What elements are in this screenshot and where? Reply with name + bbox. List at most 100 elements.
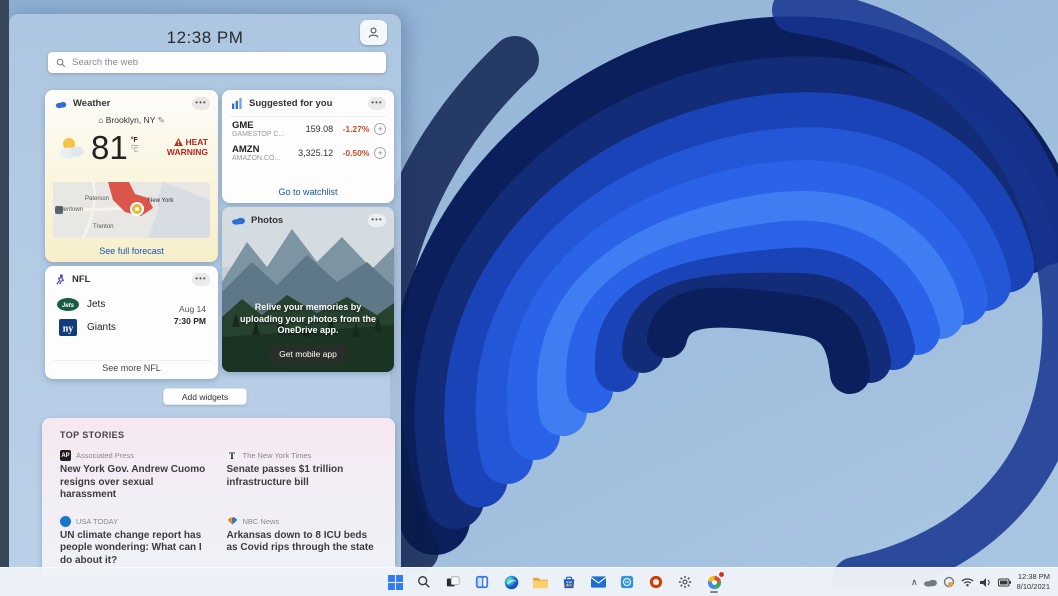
hidden-icons-chevron[interactable]: ∧ [911,577,918,588]
add-widgets-button[interactable]: Add widgets [163,388,247,405]
alert-line1: HEAT [185,137,208,147]
get-mobile-app-button[interactable]: Get mobile app [269,345,347,363]
onedrive-cloud-icon [232,216,245,225]
settings-button[interactable] [674,571,696,593]
microsoft-store-button[interactable] [558,571,580,593]
see-full-forecast-link[interactable]: See full forecast [45,246,218,256]
news-headline: Arkansas down to 8 ICU beds as Covid rip… [227,530,378,555]
task-view-icon [446,575,460,589]
jets-logo: Jets [57,298,79,311]
nfl-menu-button[interactable]: ••• [192,273,210,286]
home-icon: ⌂ [98,115,106,125]
top-stories-header: TOP STORIES [42,418,395,450]
weather-location: Brooklyn, NY [106,115,155,125]
nfl-title: NFL [72,274,186,285]
weather-menu-button[interactable]: ••• [192,97,210,110]
office-icon [649,575,663,589]
stock-symbol: AMZN [232,144,291,155]
news-source: Associated Press [76,451,134,460]
stock-change: -1.27% [333,124,369,134]
photos-menu-button[interactable]: ••• [368,214,386,227]
svg-text:ny: ny [63,324,74,335]
weather-widget[interactable]: Weather ••• ⌂ Brooklyn, NY ✎ 81 °F °C HE… [45,90,218,262]
windows-bloom-wallpaper-art [390,0,1058,590]
nyt-logo-icon: T [227,450,238,461]
stock-row-amzn[interactable]: AMZN AMAZON.CO... 3,325.12 -0.50% + [222,141,394,165]
map-label-new-york: New York [148,198,173,204]
usa-today-logo-icon [60,516,71,527]
partly-sunny-icon [57,136,87,160]
taskbar: ∧ 12:38 PM 8/10/2021 [0,567,1058,596]
search-icon [56,58,66,68]
photos-widget[interactable]: Photos ••• Relive your memories by uploa… [222,207,394,372]
file-explorer-icon [533,576,548,589]
mail-icon [591,576,606,588]
unit-fahrenheit[interactable]: °F [131,137,139,146]
stocks-widget[interactable]: Suggested for you ••• GME GAMESTOP C... … [222,90,394,203]
nfl-widget[interactable]: NFL ••• Jets Jets ny Giants Aug 14 7:30 [45,266,218,379]
widgets-button[interactable] [471,571,493,593]
task-view-button[interactable] [442,571,464,593]
add-to-watchlist-button[interactable]: + [374,147,386,159]
teams-icon [620,575,634,589]
news-item[interactable]: AP Associated Press New York Gov. Andrew… [60,450,211,502]
stock-symbol: GME [232,120,291,131]
update-status-icon[interactable] [943,576,955,588]
stock-change: -0.50% [333,148,369,158]
edge-icon [504,575,519,590]
giants-logo: ny [57,319,79,336]
search-input[interactable] [72,57,378,68]
onedrive-tray-icon[interactable] [924,578,937,587]
panel-clock: 12:38 PM [9,28,401,48]
notification-badge [718,571,725,578]
edit-location-icon[interactable]: ✎ [158,115,165,125]
profile-button[interactable] [360,20,387,45]
heat-warning-badge[interactable]: HEAT WARNING [167,138,208,158]
weather-alert-map[interactable]: Paterson Allentown Trenton New York [53,182,210,238]
teams-button[interactable] [616,571,638,593]
stock-price: 3,325.12 [291,148,333,158]
unit-celsius[interactable]: °C [131,146,139,154]
top-stories-card: TOP STORIES AP Associated Press New York… [42,418,395,578]
nfl-game-date: Aug 14 [174,304,206,316]
news-headline: Senate passes $1 trillion infrastructure… [227,464,378,489]
news-item[interactable]: NBC News Arkansas down to 8 ICU beds as … [227,516,378,568]
edge-browser-button[interactable] [500,571,522,593]
stocks-menu-button[interactable]: ••• [368,97,386,110]
photos-message: Relive your memories by uploading your p… [232,302,384,337]
user-avatar-icon [367,26,380,39]
ap-logo-icon: AP [60,450,71,461]
news-source: The New York Times [243,451,312,460]
taskbar-icon-group [384,571,725,593]
file-explorer-button[interactable] [529,571,551,593]
settings-gear-icon [678,575,692,589]
stock-row-gme[interactable]: GME GAMESTOP C... 159.08 -1.27% + [222,117,394,141]
start-button[interactable] [384,571,406,593]
see-more-nfl-link[interactable]: See more NFL [45,363,218,373]
go-to-watchlist-link[interactable]: Go to watchlist [222,187,394,197]
store-icon [562,575,576,589]
search-taskbar-button[interactable] [413,571,435,593]
web-search-bar[interactable] [48,52,386,73]
volume-icon[interactable] [980,577,992,588]
news-item[interactable]: T The New York Times Senate passes $1 tr… [227,450,378,502]
nfl-game-time: 7:30 PM [174,316,206,328]
system-tray: ∧ 12:38 PM 8/10/2021 [911,572,1050,592]
nfl-team-name: Jets [87,299,105,310]
wifi-icon[interactable] [961,577,974,587]
map-label-trenton: Trenton [93,224,113,230]
stock-company: AMAZON.CO... [232,155,291,162]
photos-title: Photos [251,215,362,226]
mail-button[interactable] [587,571,609,593]
add-to-watchlist-button[interactable]: + [374,123,386,135]
battery-icon[interactable] [998,578,1011,587]
screen-left-edge [0,0,9,567]
tray-date: 8/10/2021 [1017,582,1050,592]
nfl-team-name: Giants [87,322,116,333]
weather-location-row[interactable]: ⌂ Brooklyn, NY ✎ [45,115,218,126]
office-button[interactable] [645,571,667,593]
news-item[interactable]: USA TODAY UN climate change report has p… [60,516,211,568]
tray-clock[interactable]: 12:38 PM 8/10/2021 [1017,572,1050,592]
svg-text:Jets: Jets [62,303,75,309]
browser-with-notification-button[interactable] [703,571,725,593]
